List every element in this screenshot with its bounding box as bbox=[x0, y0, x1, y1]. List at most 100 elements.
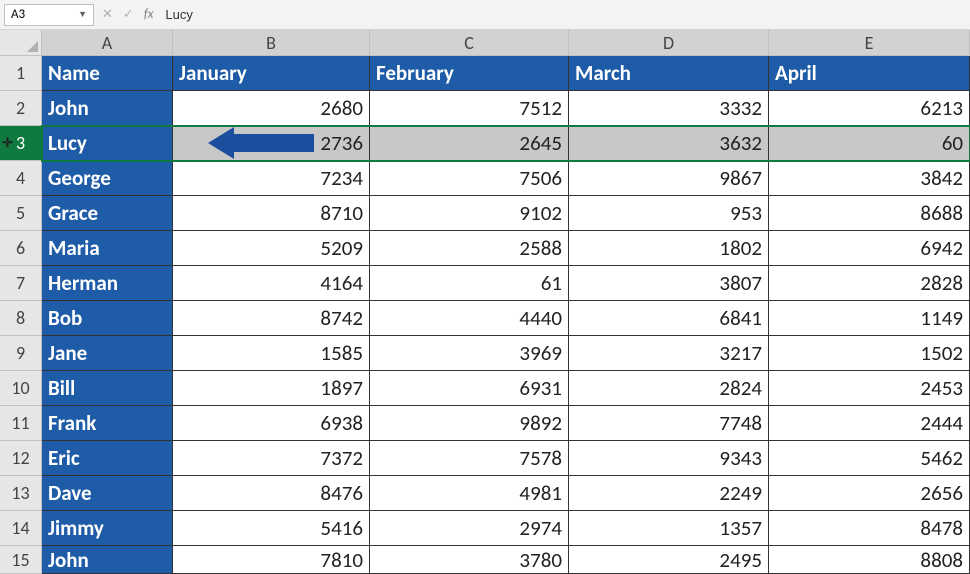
cell[interactable]: 1149 bbox=[769, 301, 970, 336]
cell-name[interactable]: Dave bbox=[42, 476, 173, 511]
cell[interactable]: 6942 bbox=[769, 231, 970, 266]
row-header-5[interactable]: 5 bbox=[0, 196, 42, 231]
cell-name[interactable]: Bill bbox=[42, 371, 173, 406]
row-header-3[interactable]: ✛3 bbox=[0, 126, 42, 161]
cell[interactable]: 5462 bbox=[769, 441, 970, 476]
cell[interactable]: 5209 bbox=[173, 231, 370, 266]
cell[interactable]: 7578 bbox=[370, 441, 569, 476]
cell-name[interactable]: Jimmy bbox=[42, 511, 173, 546]
row-header-8[interactable]: 8 bbox=[0, 301, 42, 336]
cell[interactable]: 3969 bbox=[370, 336, 569, 371]
cell[interactable]: 2824 bbox=[569, 371, 769, 406]
cell[interactable]: 5416 bbox=[173, 511, 370, 546]
cell[interactable]: 7506 bbox=[370, 161, 569, 196]
col-header-b[interactable]: B bbox=[173, 30, 370, 56]
cell-name[interactable]: Frank bbox=[42, 406, 173, 441]
row-header-9[interactable]: 9 bbox=[0, 336, 42, 371]
row-header-14[interactable]: 14 bbox=[0, 511, 42, 546]
col-header-a[interactable]: A bbox=[42, 30, 173, 56]
cell[interactable]: February bbox=[370, 56, 569, 91]
cell[interactable]: 1802 bbox=[569, 231, 769, 266]
cell[interactable]: April bbox=[769, 56, 970, 91]
confirm-icon[interactable]: ✓ bbox=[123, 7, 134, 22]
cancel-icon[interactable]: ✕ bbox=[102, 7, 113, 22]
cell[interactable]: 9867 bbox=[569, 161, 769, 196]
cell[interactable]: 3842 bbox=[769, 161, 970, 196]
cell[interactable]: 9892 bbox=[370, 406, 569, 441]
cell[interactable]: 7810 bbox=[173, 546, 370, 574]
cell[interactable]: 3807 bbox=[569, 266, 769, 301]
select-all-corner[interactable] bbox=[0, 30, 42, 56]
cell[interactable]: 6931 bbox=[370, 371, 569, 406]
cell[interactable]: 7234 bbox=[173, 161, 370, 196]
cell-name[interactable]: Name bbox=[42, 56, 173, 91]
name-box-dropdown-icon[interactable]: ▼ bbox=[78, 9, 87, 20]
cell[interactable]: 3632 bbox=[569, 126, 769, 161]
cell-name[interactable]: Grace bbox=[42, 196, 173, 231]
row-header-10[interactable]: 10 bbox=[0, 371, 42, 406]
cell[interactable]: 7748 bbox=[569, 406, 769, 441]
cell[interactable]: 7512 bbox=[370, 91, 569, 126]
cell[interactable]: 2828 bbox=[769, 266, 970, 301]
cell[interactable]: 1502 bbox=[769, 336, 970, 371]
cell-name[interactable]: John bbox=[42, 91, 173, 126]
row-header-7[interactable]: 7 bbox=[0, 266, 42, 301]
cell[interactable]: 61 bbox=[370, 266, 569, 301]
row-header-6[interactable]: 6 bbox=[0, 231, 42, 266]
cell-name[interactable]: Jane bbox=[42, 336, 173, 371]
cell[interactable]: January bbox=[173, 56, 370, 91]
row-header-11[interactable]: 11 bbox=[0, 406, 42, 441]
row-header-15[interactable]: 15 bbox=[0, 546, 42, 574]
fx-icon[interactable]: fx bbox=[144, 7, 154, 22]
cell-name[interactable]: Herman bbox=[42, 266, 173, 301]
cell[interactable]: 7372 bbox=[173, 441, 370, 476]
name-box[interactable]: A3 ▼ bbox=[4, 4, 94, 26]
cell[interactable]: 1357 bbox=[569, 511, 769, 546]
cell[interactable]: 8710 bbox=[173, 196, 370, 231]
cell[interactable]: 4164 bbox=[173, 266, 370, 301]
cell[interactable]: 2249 bbox=[569, 476, 769, 511]
cell[interactable]: 2588 bbox=[370, 231, 569, 266]
cell[interactable]: 1897 bbox=[173, 371, 370, 406]
cell[interactable]: 4981 bbox=[370, 476, 569, 511]
cell[interactable]: 953 bbox=[569, 196, 769, 231]
col-header-d[interactable]: D bbox=[569, 30, 769, 56]
cell[interactable]: 3217 bbox=[569, 336, 769, 371]
row-header-1[interactable]: 1 bbox=[0, 56, 42, 91]
cell-name[interactable]: Lucy bbox=[42, 126, 173, 161]
cell[interactable]: 60 bbox=[769, 126, 970, 161]
cell-name[interactable]: Eric bbox=[42, 441, 173, 476]
cell[interactable]: 2444 bbox=[769, 406, 970, 441]
cell[interactable]: 2680 bbox=[173, 91, 370, 126]
cell[interactable]: 6841 bbox=[569, 301, 769, 336]
cell[interactable]: 3332 bbox=[569, 91, 769, 126]
cell[interactable]: 9102 bbox=[370, 196, 569, 231]
cell[interactable]: 2656 bbox=[769, 476, 970, 511]
cell[interactable]: 8476 bbox=[173, 476, 370, 511]
cell[interactable]: 2495 bbox=[569, 546, 769, 574]
col-header-c[interactable]: C bbox=[370, 30, 569, 56]
cell[interactable]: 3780 bbox=[370, 546, 569, 574]
cell[interactable]: 2974 bbox=[370, 511, 569, 546]
row-header-2[interactable]: 2 bbox=[0, 91, 42, 126]
col-header-e[interactable]: E bbox=[769, 30, 970, 56]
cell[interactable]: 6213 bbox=[769, 91, 970, 126]
formula-input[interactable] bbox=[165, 4, 966, 26]
cell[interactable]: 9343 bbox=[569, 441, 769, 476]
cell[interactable]: 2645 bbox=[370, 126, 569, 161]
cell-name[interactable]: Maria bbox=[42, 231, 173, 266]
cell[interactable]: 8478 bbox=[769, 511, 970, 546]
row-header-13[interactable]: 13 bbox=[0, 476, 42, 511]
cell[interactable]: 4440 bbox=[370, 301, 569, 336]
cell[interactable]: 6938 bbox=[173, 406, 370, 441]
cell-name[interactable]: John bbox=[42, 546, 173, 574]
row-header-4[interactable]: 4 bbox=[0, 161, 42, 196]
cell-name[interactable]: George bbox=[42, 161, 173, 196]
cell[interactable]: 2453 bbox=[769, 371, 970, 406]
row-header-12[interactable]: 12 bbox=[0, 441, 42, 476]
cell[interactable]: 8742 bbox=[173, 301, 370, 336]
cell[interactable]: 8688 bbox=[769, 196, 970, 231]
cell[interactable]: 1585 bbox=[173, 336, 370, 371]
cell-name[interactable]: Bob bbox=[42, 301, 173, 336]
cell[interactable]: March bbox=[569, 56, 769, 91]
